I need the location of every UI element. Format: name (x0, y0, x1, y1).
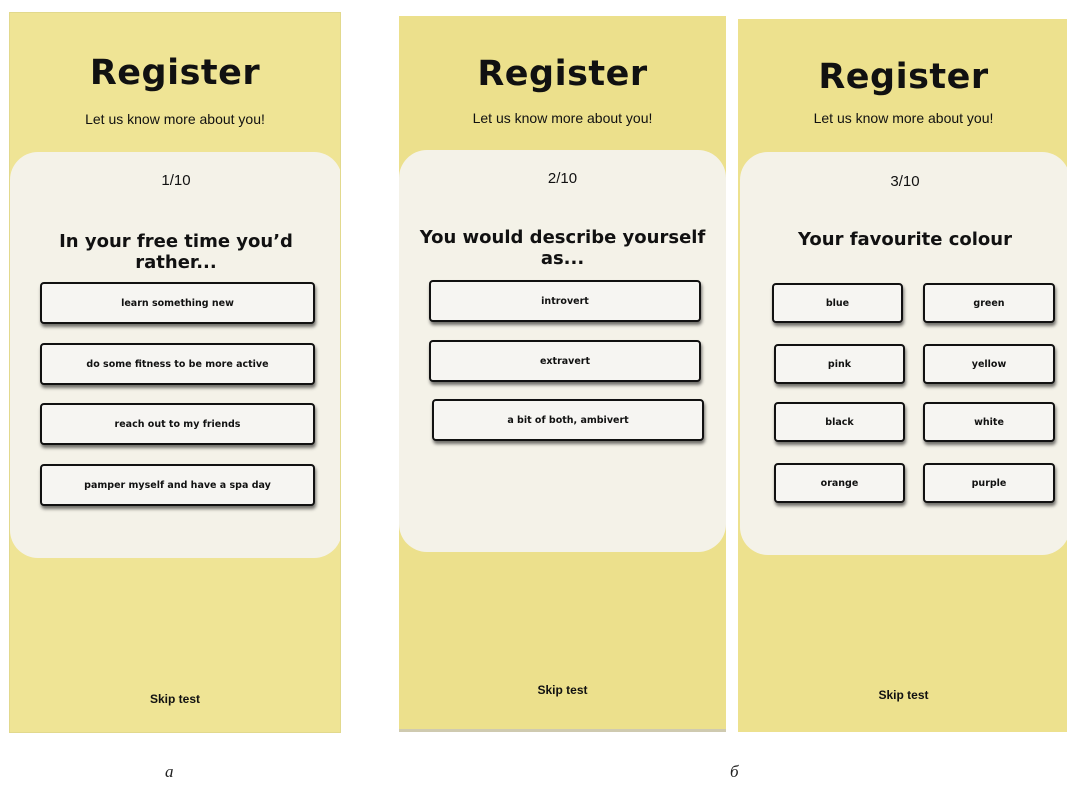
option-button-3[interactable]: reach out to my friends (40, 403, 315, 445)
question-card: 1/10 In your free time you’d rather... l… (10, 152, 340, 558)
register-screen-a: Register Let us know more about you! 1/1… (9, 12, 341, 733)
page-subtitle: Let us know more about you! (472, 110, 653, 126)
caption-b: б (730, 762, 739, 781)
progress-indicator: 3/10 (890, 173, 920, 190)
caption-a: a (165, 762, 174, 781)
option-button-2[interactable]: do some fitness to be more active (40, 343, 315, 385)
question-line-1: In your free time you’d (59, 231, 293, 252)
question-text: You would describe yourself as... (409, 227, 716, 269)
progress-indicator: 1/10 (161, 172, 191, 189)
color-option-purple[interactable]: purple (923, 463, 1055, 503)
question-line-1: You would describe yourself (419, 227, 706, 248)
question-line-2: rather... (135, 252, 217, 273)
option-button-introvert[interactable]: introvert (429, 280, 701, 322)
skip-test-link[interactable]: Skip test (399, 683, 726, 697)
color-option-orange[interactable]: orange (774, 463, 905, 503)
option-button-ambivert[interactable]: a bit of both, ambivert (432, 399, 704, 441)
color-option-yellow[interactable]: yellow (923, 344, 1055, 384)
progress-indicator: 2/10 (547, 170, 578, 187)
color-option-white[interactable]: white (923, 402, 1055, 442)
color-option-blue[interactable]: blue (772, 283, 903, 323)
question-text: In your free time you’d rather... (20, 231, 332, 273)
color-option-black[interactable]: black (774, 402, 905, 442)
question-text: Your favourite colour (798, 229, 1012, 250)
page-subtitle: Let us know more about you! (85, 111, 265, 127)
skip-test-link[interactable]: Skip test (738, 688, 1067, 702)
register-screen-b: Register Let us know more about you! 2/1… (399, 16, 726, 732)
page-title: Register (89, 53, 261, 93)
skip-test-link[interactable]: Skip test (10, 692, 340, 706)
question-line-2: as... (540, 248, 585, 269)
question-card: 2/10 You would describe yourself as... i… (399, 150, 726, 552)
option-button-1[interactable]: learn something new (40, 282, 315, 324)
color-option-pink[interactable]: pink (774, 344, 905, 384)
color-option-green[interactable]: green (923, 283, 1055, 323)
page-subtitle: Let us know more about you! (813, 110, 994, 126)
option-button-extravert[interactable]: extravert (429, 340, 701, 382)
option-button-4[interactable]: pamper myself and have a spa day (40, 464, 315, 506)
question-card: 3/10 Your favourite colour blue green pi… (740, 152, 1067, 555)
page-title: Register (477, 54, 648, 94)
page-title: Register (818, 57, 989, 97)
register-screen-c: Register Let us know more about you! 3/1… (738, 19, 1067, 732)
